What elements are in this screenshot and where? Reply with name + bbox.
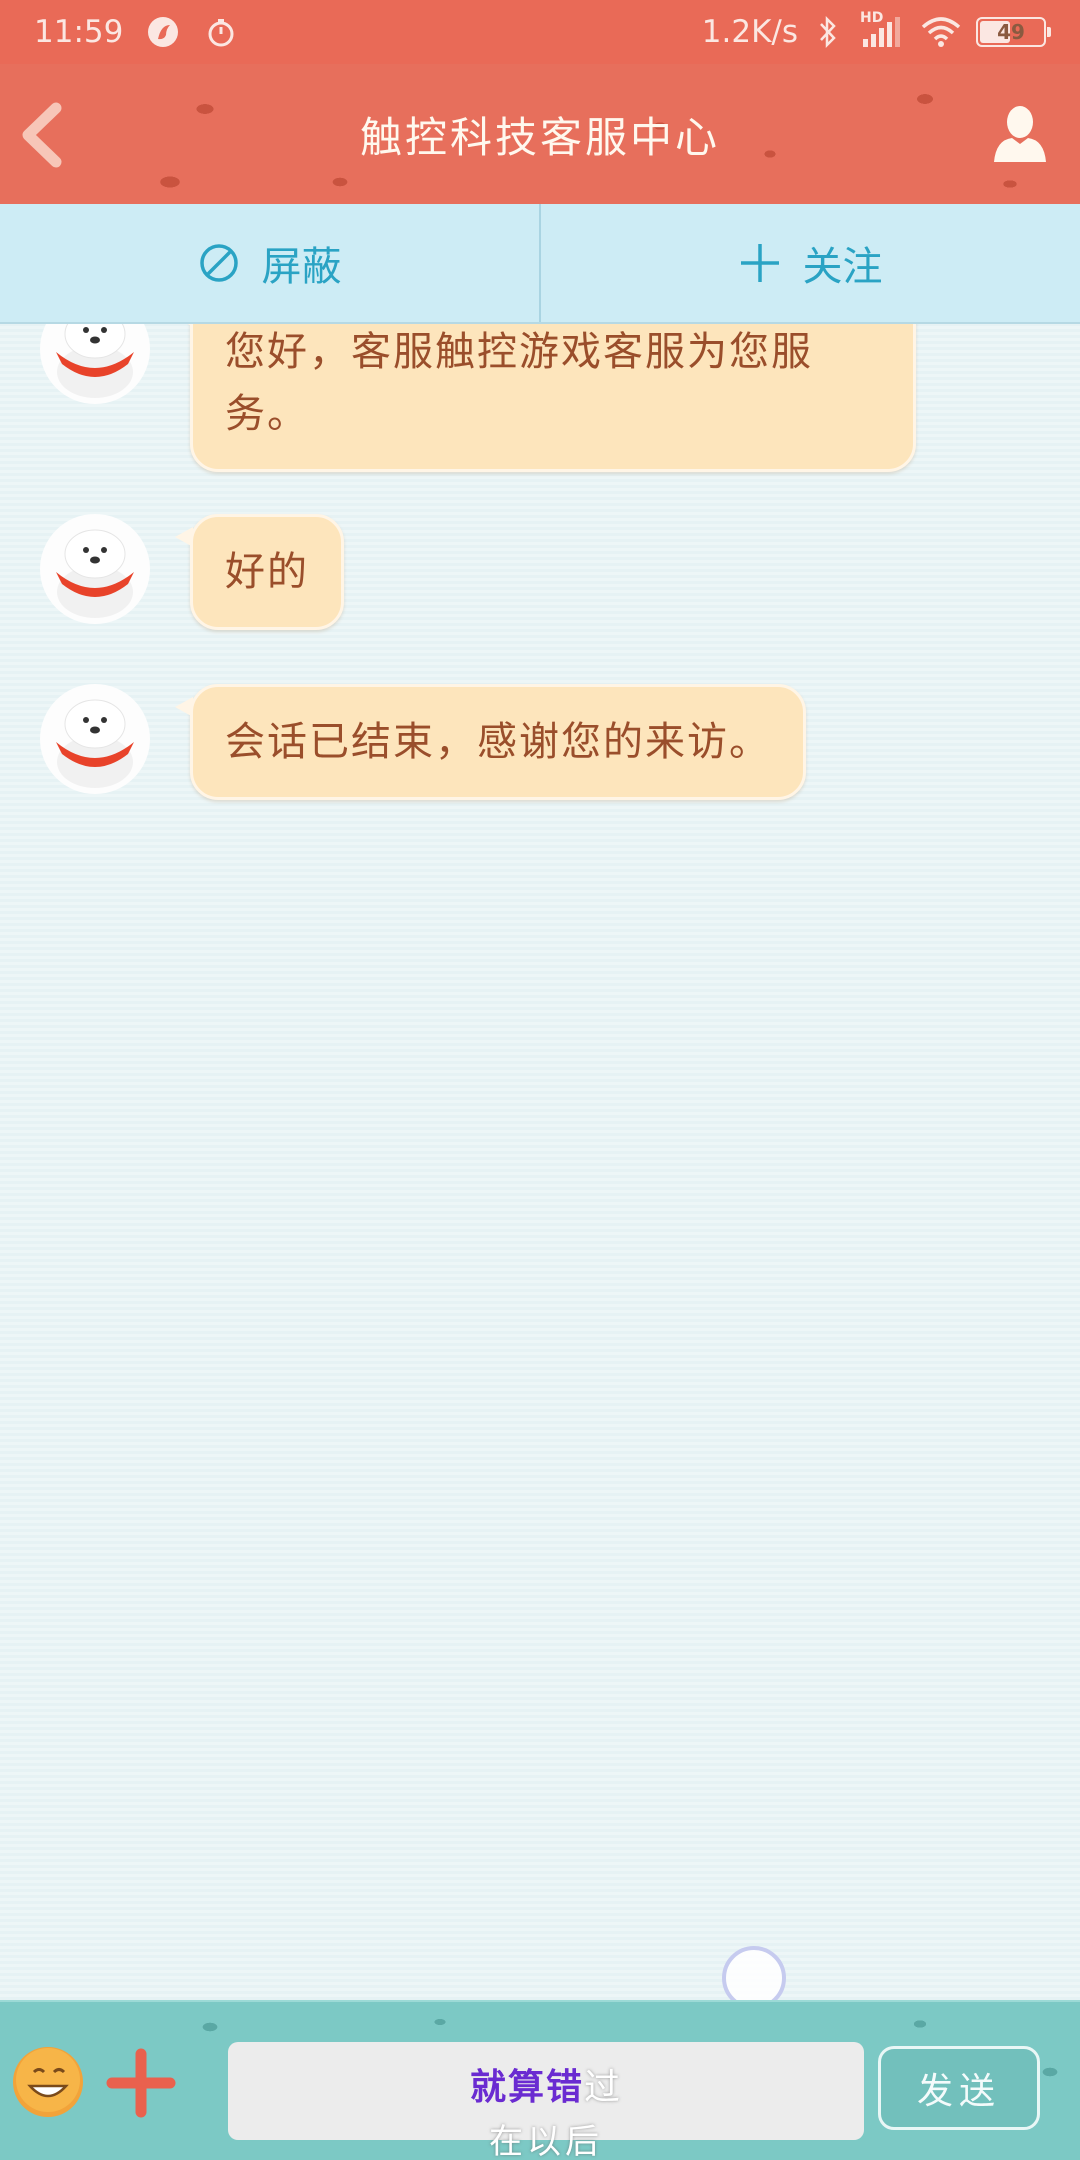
network-type: HD	[860, 10, 884, 26]
message-item: 您好，客服触控游戏客服为您服务。	[40, 324, 916, 472]
plus-icon	[740, 244, 779, 282]
avatar	[40, 684, 150, 794]
block-button[interactable]: 屏蔽	[0, 204, 539, 322]
status-bar: 11:59 1.2K/s HD 49	[0, 0, 1080, 64]
back-button[interactable]	[14, 100, 74, 170]
ime-candidate-text: 在以后	[489, 2122, 603, 2160]
plus-icon	[106, 2048, 176, 2118]
profile-button[interactable]	[990, 102, 1050, 166]
touch-indicator	[722, 1946, 786, 2000]
title-bar: 触控科技客服中心	[0, 64, 1080, 204]
ime-composition: 就算错过	[228, 2058, 864, 2110]
music-icon	[145, 14, 181, 50]
user-profile-icon	[994, 106, 1046, 162]
battery-icon: 49	[976, 17, 1051, 47]
ime-pending-text: 过	[584, 2067, 623, 2108]
ime-composed-text: 就算错	[469, 2066, 584, 2108]
signal-icon: HD	[858, 10, 906, 50]
chat-area[interactable]: 您好，客服触控游戏客服为您服务。 好的 会话已结束，感谢您的来访。	[0, 324, 1080, 2000]
send-button[interactable]: 发送	[878, 2046, 1040, 2130]
emoji-icon	[13, 2047, 83, 2117]
avatar	[40, 324, 150, 404]
block-label: 屏蔽	[261, 244, 342, 290]
chevron-left-icon	[22, 102, 62, 168]
page-title: 触控科技客服中心	[359, 112, 720, 162]
polar-bear-avatar-icon	[41, 685, 149, 793]
bluetooth-icon	[810, 14, 846, 50]
clock: 11:59	[34, 14, 124, 50]
message-bubble: 您好，客服触控游戏客服为您服务。	[175, 324, 916, 472]
action-bar: 屏蔽 关注	[0, 204, 1080, 324]
message-item: 好的	[40, 514, 344, 630]
network-speed: 1.2K/s	[701, 14, 798, 50]
follow-button[interactable]: 关注	[541, 204, 1080, 322]
message-bubble: 好的	[175, 514, 344, 630]
battery-level: 49	[997, 20, 1025, 44]
wifi-icon	[918, 14, 964, 50]
message-item: 会话已结束，感谢您的来访。	[40, 684, 806, 800]
attach-button[interactable]	[106, 2048, 176, 2118]
polar-bear-avatar-icon	[41, 324, 149, 403]
timer-icon	[203, 14, 239, 50]
avatar	[40, 514, 150, 624]
emoji-button[interactable]	[10, 2044, 86, 2120]
message-bubble: 会话已结束，感谢您的来访。	[175, 684, 806, 800]
follow-label: 关注	[802, 244, 883, 290]
block-icon	[199, 244, 238, 282]
polar-bear-avatar-icon	[41, 515, 149, 623]
composer-bar: 就算错过 在以后 发送	[0, 2000, 1080, 2160]
